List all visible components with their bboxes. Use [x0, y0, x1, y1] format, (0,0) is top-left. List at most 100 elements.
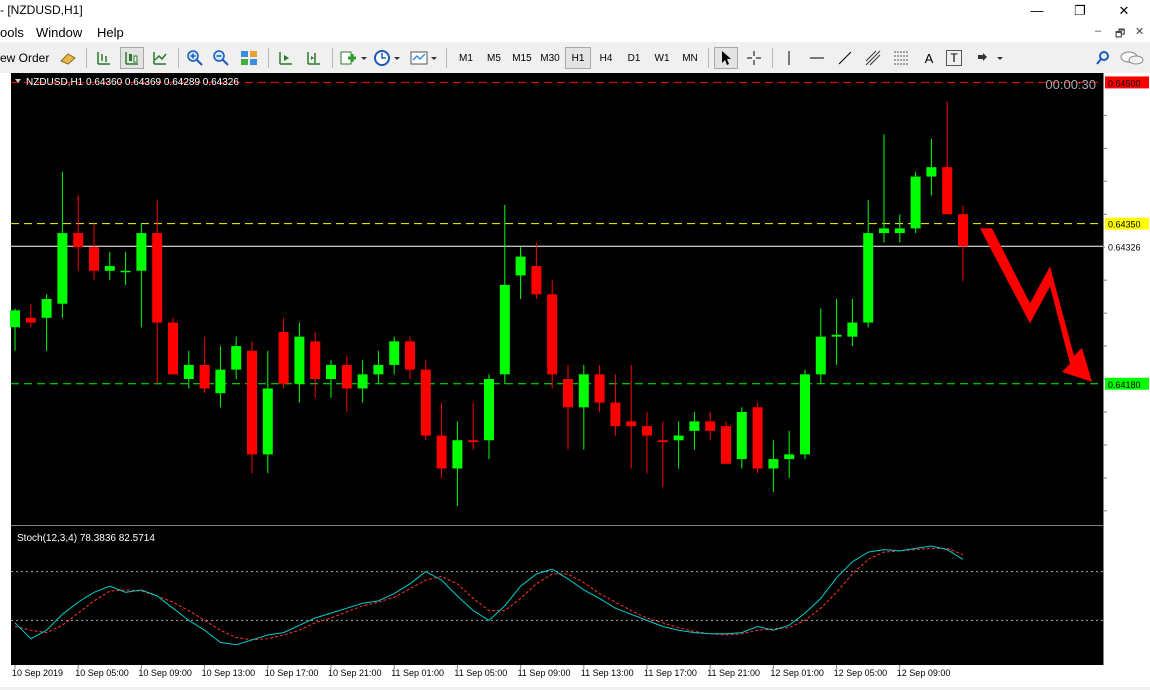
timeframe-m1[interactable]: M1: [453, 47, 479, 69]
arrows-icon[interactable]: [974, 47, 1004, 69]
timeframe-w1[interactable]: W1: [649, 47, 675, 69]
candle-body: [420, 369, 431, 436]
zoom-out-icon[interactable]: [210, 47, 232, 69]
candle-body: [484, 379, 494, 441]
menu-help[interactable]: Help: [97, 25, 124, 40]
expert-advisor-icon[interactable]: [57, 47, 79, 69]
candle-timer: 00:00:30: [1045, 77, 1096, 92]
timeframe-mn[interactable]: MN: [677, 47, 703, 69]
candle-body: [57, 233, 68, 304]
chart-canvas[interactable]: 0.644650.644300.643950.643600.643250.642…: [0, 73, 1150, 687]
candle-body: [73, 233, 84, 248]
candle-body: [25, 317, 36, 323]
candle-body: [120, 270, 131, 273]
candle-body: [452, 440, 463, 469]
mdi-minimize-button[interactable]: –: [1095, 25, 1101, 37]
timeframe-m5[interactable]: M5: [481, 47, 507, 69]
price-level-label: 0.64326: [1108, 242, 1141, 252]
candle-body: [705, 421, 716, 431]
candle-body: [136, 233, 147, 271]
templates-icon[interactable]: [408, 47, 438, 69]
crosshair-icon[interactable]: [742, 47, 766, 69]
y-tick-label: 0.64255: [1110, 309, 1143, 319]
window-titlebar: - [NZDUSD,H1] — ❐ ✕: [0, 0, 1150, 22]
candle-body: [152, 233, 163, 323]
candle-body: [721, 426, 731, 464]
x-tick-label: 11 Sep 05:00: [454, 668, 507, 678]
bar-chart-icon[interactable]: [92, 47, 116, 69]
text-icon[interactable]: A: [918, 47, 940, 69]
mdi-restore-button[interactable]: 🗗: [1115, 25, 1125, 44]
fibonacci-icon[interactable]: [890, 47, 912, 69]
candle-body: [926, 167, 937, 177]
candle-body: [10, 310, 20, 328]
trendline-icon[interactable]: [834, 47, 856, 69]
zoom-in-icon[interactable]: [184, 47, 206, 69]
candle-body: [231, 346, 242, 370]
minimize-button[interactable]: —: [1015, 0, 1059, 22]
chat-icon[interactable]: [1118, 47, 1146, 69]
candlestick-icon[interactable]: [120, 47, 144, 69]
candle-body: [863, 233, 874, 323]
candle-body: [547, 294, 558, 375]
new-order-button[interactable]: ew Order: [0, 47, 49, 69]
close-button[interactable]: ✕: [1102, 0, 1146, 22]
candle-body: [357, 374, 368, 389]
candle-body: [563, 379, 573, 408]
x-tick-label: 10 Sep 09:00: [138, 668, 192, 678]
timeframe-m30[interactable]: M30: [537, 47, 563, 69]
timeframe-m15[interactable]: M15: [509, 47, 535, 69]
menu-window[interactable]: Window: [36, 25, 82, 40]
candle-body: [531, 266, 542, 295]
periodicity-icon[interactable]: [372, 47, 402, 69]
x-tick-label: 11 Sep 13:00: [581, 668, 634, 678]
timeframe-h1[interactable]: H1: [565, 47, 591, 69]
channel-icon[interactable]: [862, 47, 884, 69]
candle-body: [104, 266, 115, 271]
y-tick-label: 0.64045: [1110, 507, 1143, 517]
chart-window: 0.644650.644300.643950.643600.643250.642…: [0, 73, 1150, 687]
candle-body: [768, 459, 779, 469]
x-tick-label: 10 Sep 21:00: [328, 668, 382, 678]
y-tick-label: 0.64115: [1110, 441, 1142, 451]
maximize-button[interactable]: ❐: [1058, 0, 1102, 22]
x-tick-label: 10 Sep 2019: [12, 668, 63, 678]
x-tick-label: 11 Sep 17:00: [644, 668, 697, 678]
autoscroll-icon[interactable]: [274, 47, 298, 69]
timeframe-h4[interactable]: H4: [593, 47, 619, 69]
candle-body: [168, 322, 178, 375]
menu-tools[interactable]: ools: [0, 25, 24, 40]
text-label-icon[interactable]: T: [946, 50, 962, 66]
candle-body: [183, 364, 194, 380]
candle-body: [815, 336, 826, 375]
vertical-line-icon[interactable]: [778, 47, 800, 69]
candle-body: [247, 350, 257, 455]
cursor-icon[interactable]: [714, 47, 738, 69]
candle-body: [594, 374, 605, 403]
y-tick-label: 0.64290: [1110, 276, 1143, 286]
candle-body: [341, 364, 352, 389]
stoch-level-label: 30: [1107, 616, 1117, 626]
x-tick-label: 11 Sep 09:00: [518, 668, 571, 678]
candle-body: [215, 369, 226, 394]
tile-windows-icon[interactable]: [238, 47, 260, 69]
horizontal-line-icon[interactable]: [806, 47, 828, 69]
candle-body: [736, 412, 747, 460]
chart-shift-icon[interactable]: [302, 47, 326, 69]
indicators-icon[interactable]: [338, 47, 368, 69]
mdi-close-button[interactable]: ✕: [1135, 25, 1144, 38]
x-tick-label: 12 Sep 05:00: [834, 668, 888, 678]
timeframe-d1[interactable]: D1: [621, 47, 647, 69]
stochastic-label: Stoch(12,3,4) 78.3836 82.5714: [17, 533, 155, 544]
price-level-label: 0.64180: [1108, 380, 1141, 390]
candle-body: [468, 440, 479, 443]
candle-body: [800, 374, 810, 455]
candle-body: [578, 374, 589, 408]
candle-body: [405, 341, 415, 370]
candle-body: [294, 336, 305, 384]
candle-body: [642, 426, 652, 436]
line-chart-icon[interactable]: [148, 47, 172, 69]
candle-body: [626, 421, 637, 427]
toolbar: ew Order M1 M5 M15 M30 H1 H4 D1 W1 MN A …: [0, 43, 1150, 74]
search-icon[interactable]: [1092, 47, 1114, 69]
